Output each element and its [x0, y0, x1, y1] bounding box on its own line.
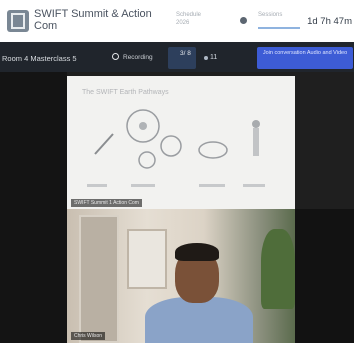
slide-bowl-shape	[198, 141, 228, 159]
slide-circle-mid	[160, 135, 182, 157]
left-dark-area	[0, 72, 67, 343]
slide-source-label: SWIFT Summit 1 Action Com	[71, 199, 142, 207]
top-bar: SWIFT Summit & Action Com Schedule 2026 …	[0, 0, 354, 42]
video-door	[79, 215, 119, 343]
viewer-icon	[204, 56, 208, 60]
room-name: Room 4 Masterclass 5	[2, 54, 77, 63]
speaker-video: Chris Wilson	[67, 209, 295, 343]
slide-caption-3	[199, 184, 225, 187]
slide-caption-1	[87, 184, 107, 187]
sessions-icon	[240, 17, 247, 24]
tab-schedule[interactable]: Schedule 2026	[176, 11, 216, 27]
right-dark-area	[295, 209, 354, 343]
slide-circle-dot	[139, 122, 147, 130]
participant-counter-button[interactable]: 3/ 8	[168, 47, 196, 69]
tab-sessions[interactable]: Sessions	[258, 11, 300, 29]
session-info-bar: Room 4 Masterclass 5 Recording 3/ 8 11 J…	[0, 42, 354, 72]
speaker-name-label: Chris Wilson	[71, 332, 106, 340]
slide-figure-shape	[253, 128, 259, 156]
app-logo-icon	[7, 10, 29, 32]
slide-figure-head	[252, 120, 260, 128]
recording-icon	[112, 53, 119, 60]
video-stage: The SWIFT Earth Pathways SWIFT Summit 1 …	[0, 72, 354, 343]
speaker-hair	[175, 243, 219, 261]
slide-caption-4	[243, 184, 265, 187]
video-window	[127, 229, 167, 289]
slide-pen-shape	[94, 133, 114, 155]
presentation-slide: The SWIFT Earth Pathways SWIFT Summit 1 …	[67, 76, 295, 209]
event-title: SWIFT Summit & Action Com	[34, 8, 152, 32]
recording-label: Recording	[123, 54, 153, 61]
counter-text: 3/ 8	[180, 50, 191, 57]
slide-diagram	[87, 109, 265, 187]
slide-caption-2	[131, 184, 155, 187]
join-conversation-label: Join conversation Audio and Video	[262, 50, 348, 56]
join-conversation-button[interactable]: Join conversation Audio and Video	[257, 47, 353, 69]
slide-circle-small	[138, 151, 156, 169]
video-plant	[261, 229, 295, 309]
speaker-body	[145, 297, 253, 343]
viewer-count: 11	[210, 54, 218, 61]
countdown-timer: 1d 7h 47m	[307, 16, 352, 27]
